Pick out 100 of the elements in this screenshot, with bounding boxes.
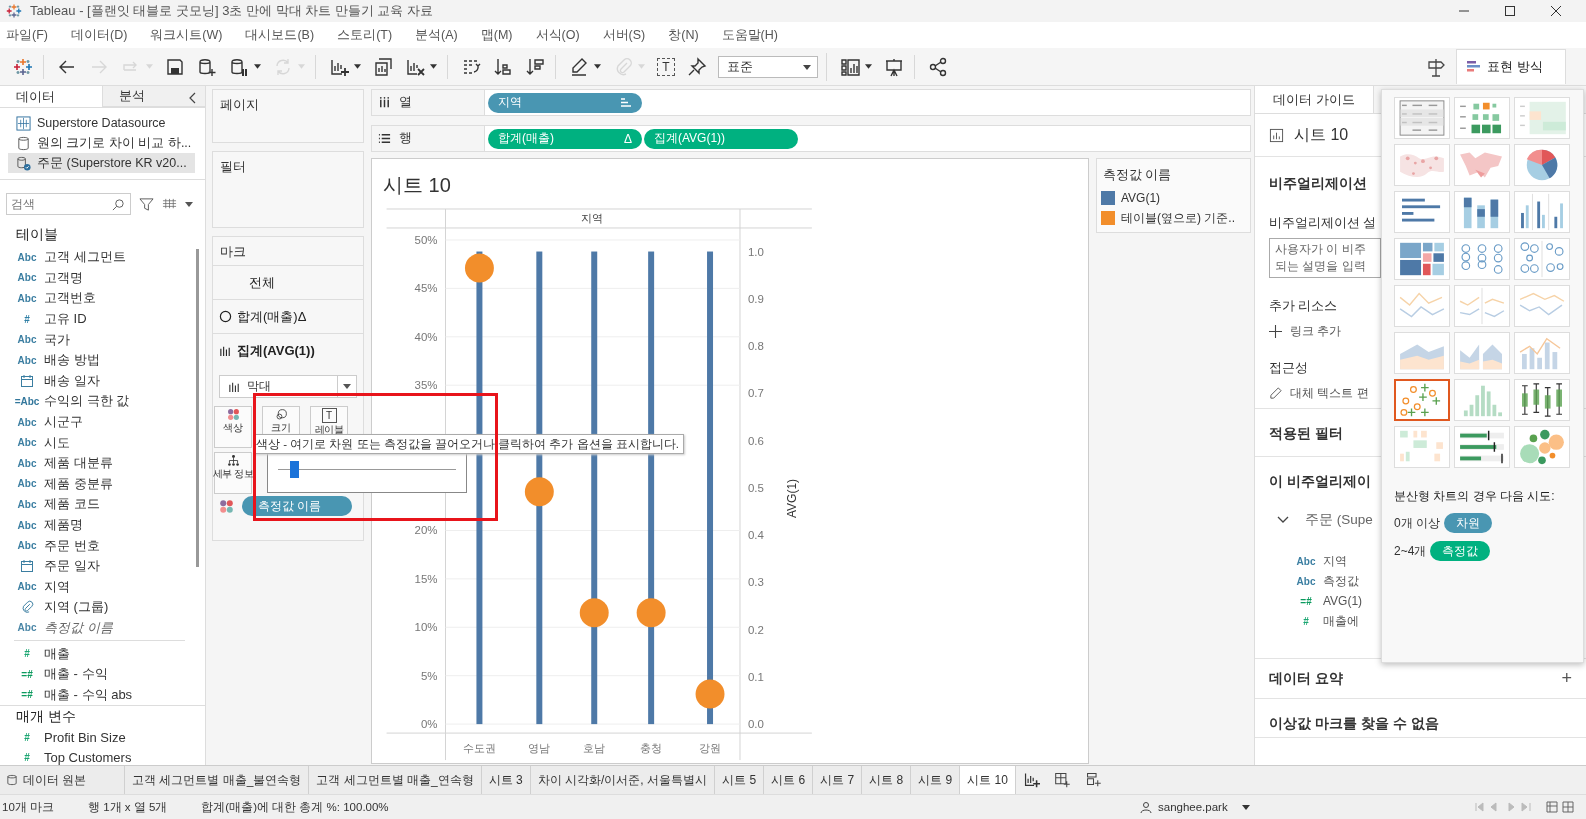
caret-icon bbox=[430, 64, 437, 69]
add-button[interactable]: + bbox=[1561, 668, 1572, 689]
field-type-icon: =# bbox=[1293, 595, 1319, 607]
toolbar-button[interactable]: T bbox=[652, 55, 680, 78]
sheet-tab[interactable]: 시트 7 bbox=[813, 766, 863, 794]
sheet-tab[interactable]: 고객 세그먼트별 매출_불연속형 bbox=[125, 766, 310, 794]
view-toggle-icon[interactable] bbox=[1546, 801, 1576, 813]
field-item[interactable]: # 매출 bbox=[14, 643, 205, 664]
data-point bbox=[579, 598, 609, 628]
mark-property-button[interactable]: 세부 정보 bbox=[214, 452, 252, 494]
sheet-tab[interactable]: 시트 5 bbox=[715, 766, 765, 794]
sheet-tab[interactable]: 시트 10 bbox=[960, 766, 1016, 794]
hint-text: 분산형 차트의 경우 다음 시도: bbox=[1394, 488, 1556, 505]
sheet-tab[interactable]: 시트 6 bbox=[764, 766, 814, 794]
maximize-icon[interactable] bbox=[1504, 5, 1516, 17]
status-text: 10개 마크 bbox=[2, 799, 54, 815]
field-item[interactable]: Abc 제품명 bbox=[14, 514, 205, 536]
field-item[interactable]: Abc 시도 bbox=[14, 432, 205, 453]
field-item[interactable]: Abc 제품 중분류 bbox=[14, 473, 205, 495]
caret-icon[interactable] bbox=[185, 201, 193, 207]
field-item[interactable]: # 고유 ID bbox=[14, 308, 205, 330]
collapse-icon[interactable] bbox=[189, 92, 197, 104]
menu-item[interactable]: 워크시트(W) bbox=[150, 26, 223, 44]
field-item[interactable]: =Abc 수익의 극한 값 bbox=[14, 391, 205, 412]
field-item[interactable]: Abc 주문 번호 bbox=[14, 535, 205, 556]
field-item[interactable]: 주문 일자 bbox=[14, 555, 205, 577]
menu-item[interactable]: 도움말(H) bbox=[721, 26, 778, 44]
field-type-icon: Abc bbox=[14, 354, 40, 366]
axis-category-label: 충청 bbox=[640, 742, 663, 754]
data-source-item[interactable]: 주문 (Supe bbox=[1277, 511, 1373, 529]
chart-type-option[interactable] bbox=[1394, 379, 1450, 421]
field-item[interactable]: Abc 고객명 bbox=[14, 267, 205, 289]
menu-item[interactable]: 서버(S) bbox=[602, 26, 646, 44]
column-header: 지역 bbox=[581, 211, 604, 224]
field-item[interactable]: Abc 지역 bbox=[14, 576, 205, 598]
field-item[interactable]: Abc 고객번호 bbox=[14, 288, 205, 309]
search-field[interactable]: 검색 bbox=[6, 193, 131, 215]
mark-property-button[interactable]: 색상 bbox=[214, 406, 252, 448]
sheet-tab[interactable]: 시트 9 bbox=[911, 766, 961, 794]
data-source-item[interactable]: 원의 크기로 차이 비교 하... bbox=[8, 133, 195, 153]
menu-item[interactable]: 맵(M) bbox=[480, 26, 513, 44]
bars-icon bbox=[228, 380, 241, 393]
new-dashboard-icon[interactable] bbox=[1053, 771, 1071, 788]
sheet-tab[interactable]: 시트 8 bbox=[862, 766, 912, 794]
filter-icon[interactable] bbox=[139, 196, 154, 212]
sheet-tab[interactable]: 차이 시각화/이서준, 서울특별시 bbox=[530, 766, 716, 794]
menu-item[interactable]: 스토리(T) bbox=[337, 26, 393, 44]
menu-item[interactable]: 창(N) bbox=[668, 26, 699, 44]
field-type-icon: Abc bbox=[14, 622, 40, 634]
field-item[interactable]: Abc 시군구 bbox=[14, 411, 205, 433]
new-story-icon[interactable] bbox=[1084, 771, 1102, 788]
description-field[interactable]: 사용자가 이 비주 되는 설명을 입력 bbox=[1269, 238, 1381, 278]
parameter-item[interactable]: # Top Customers bbox=[14, 747, 205, 765]
signpost-icon[interactable] bbox=[1426, 56, 1446, 77]
field-type-icon: Abc bbox=[14, 478, 40, 490]
card-title: 마크 bbox=[219, 244, 247, 261]
menu-item[interactable]: 대시보드(B) bbox=[245, 26, 315, 44]
text-icon: T bbox=[321, 408, 337, 423]
field-item[interactable]: Abc 국가 bbox=[14, 329, 205, 350]
field-type-icon: Abc bbox=[1293, 575, 1319, 587]
fit-dropdown[interactable]: 표준 bbox=[718, 55, 818, 78]
sheet-title: 시트 10 bbox=[382, 173, 452, 198]
menu-item[interactable]: 파일(F) bbox=[6, 26, 48, 44]
axis-tick-label: 0.5 bbox=[747, 481, 764, 494]
pane-tab[interactable]: 분석 bbox=[102, 86, 205, 107]
user-menu[interactable]: sanghee.park bbox=[1136, 801, 1254, 813]
sheet-tab[interactable]: 고객 세그먼트별 매출_연속형 bbox=[309, 766, 482, 794]
menu-item[interactable]: 서식(O) bbox=[535, 26, 580, 44]
add-link[interactable]: 링크 추가 bbox=[1269, 323, 1342, 340]
marks-layer[interactable]: 집계(AVG(1)) bbox=[213, 333, 363, 367]
field-item[interactable]: Abc 고객 세그먼트 bbox=[14, 247, 205, 268]
menu-item[interactable]: 분석(A) bbox=[415, 26, 458, 44]
worksheet-icon bbox=[1269, 127, 1284, 143]
field-item[interactable]: Abc 제품 대분류 bbox=[14, 452, 205, 474]
alt-text-link[interactable]: 대체 텍스트 편 bbox=[1269, 385, 1369, 402]
field-item[interactable]: 배송 일자 bbox=[14, 370, 205, 392]
axis-tick-label: 20% bbox=[414, 524, 438, 537]
parameter-item[interactable]: # Profit Bin Size bbox=[14, 727, 205, 748]
data-source-item[interactable]: 주문 (Superstore KR v20... bbox=[8, 153, 195, 173]
field-type-icon: Abc bbox=[14, 498, 40, 510]
guide-tab[interactable]: 데이터 가이드 bbox=[1255, 86, 1374, 113]
field-item[interactable]: =# 매출 - 수익 abs bbox=[14, 684, 205, 706]
slider-thumb[interactable] bbox=[290, 461, 299, 478]
field-item[interactable]: Abc 배송 방법 bbox=[14, 349, 205, 371]
new-worksheet-icon[interactable] bbox=[1022, 771, 1040, 788]
show-me-button[interactable]: 표현 방식 bbox=[1456, 49, 1566, 84]
marks-layer[interactable]: 전체 bbox=[213, 265, 363, 299]
field-item[interactable]: Abc 측정값 이름 bbox=[14, 617, 205, 639]
field-item[interactable]: 지역 (그룹) bbox=[14, 597, 205, 618]
field-type-icon: Abc bbox=[14, 519, 40, 531]
sheet-name: 시트 10 bbox=[1294, 124, 1349, 145]
field-item[interactable]: Abc 제품 코드 bbox=[14, 494, 205, 515]
sheet-tab[interactable]: 데이터 원본 bbox=[0, 766, 125, 794]
sheet-tab[interactable]: 시트 3 bbox=[481, 766, 531, 794]
close-icon[interactable] bbox=[1550, 5, 1562, 17]
data-source-item[interactable]: Superstore Datasource bbox=[8, 113, 195, 133]
field-item[interactable]: =# 매출 - 수익 bbox=[14, 663, 205, 685]
marks-layer[interactable]: 합계(매출)Δ bbox=[213, 299, 363, 333]
field-type-icon: # bbox=[1293, 615, 1319, 627]
menu-item[interactable]: 데이터(D) bbox=[70, 26, 128, 44]
